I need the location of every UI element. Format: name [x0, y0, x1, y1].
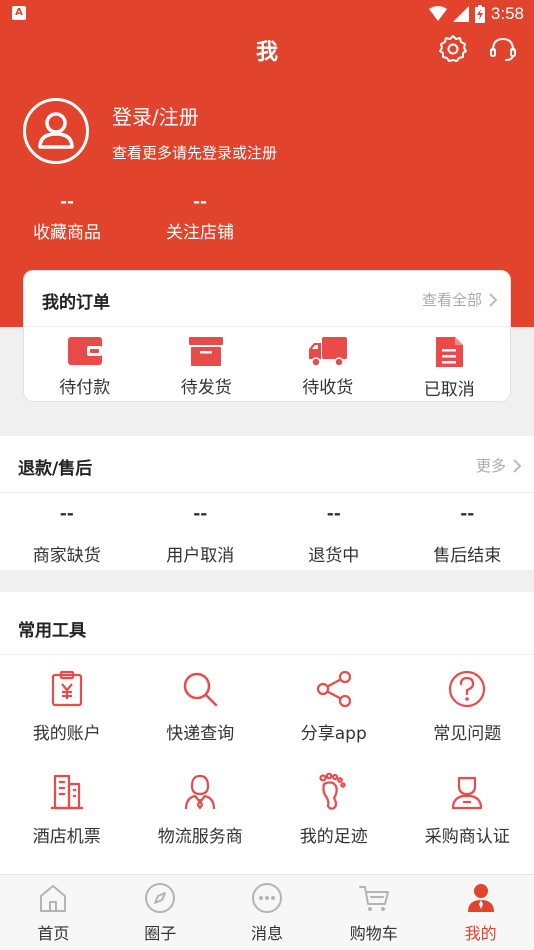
tab-cart[interactable]: 购物车	[320, 875, 427, 950]
settings-icon[interactable]	[438, 34, 468, 64]
tool-buyer-certification[interactable]: 采购商认证	[401, 758, 534, 861]
status-time: 3:58	[490, 4, 524, 23]
signal-icon	[452, 6, 469, 22]
footprint-icon	[319, 772, 346, 810]
tab-label: 首页	[37, 924, 70, 943]
avatar-icon[interactable]	[23, 98, 89, 164]
battery-icon	[474, 5, 485, 23]
chevron-right-icon	[513, 458, 522, 473]
login-register-link[interactable]: 登录/注册	[112, 101, 199, 130]
tool-label: 采购商认证	[424, 827, 510, 847]
refund-label: 用户取消	[166, 546, 235, 566]
tool-label: 快递查询	[166, 724, 235, 744]
tab-mine[interactable]: 我的	[427, 875, 534, 950]
order-cancelled[interactable]: 已取消	[389, 327, 511, 402]
tools-title: 常用工具	[18, 621, 86, 641]
user-badge-icon	[452, 776, 483, 810]
tool-label: 物流服务商	[157, 827, 243, 847]
stat-favorites[interactable]: -- 收藏商品	[7, 192, 127, 243]
document-icon	[436, 337, 464, 367]
bottom-tab-bar: 首页 圈子 消息 购物车 我的	[0, 874, 534, 950]
tools-section: 常用工具 我的账户 快递查询 分享app 常见问题 酒店机票 物流服务商 我的足…	[0, 592, 534, 874]
notification-icon: A	[12, 6, 26, 20]
tool-label: 分享app	[300, 724, 367, 744]
refund-count: --	[460, 504, 475, 524]
view-all-label: 查看全部	[421, 291, 482, 309]
order-pending-shipment[interactable]: 待发货	[146, 327, 268, 402]
stat-followed-shops[interactable]: -- 关注店铺	[140, 192, 260, 243]
wallet-icon	[67, 337, 102, 365]
view-all-orders-link[interactable]: 查看全部	[422, 289, 498, 310]
stat-label: 关注店铺	[166, 223, 234, 243]
tab-label: 我的	[464, 924, 497, 943]
yen-clipboard-icon	[51, 670, 82, 707]
cart-icon	[358, 886, 389, 911]
box-icon	[189, 337, 224, 366]
order-pending-payment[interactable]: 待付款	[24, 327, 146, 402]
order-label: 待收货	[302, 378, 354, 398]
refund-out-of-stock[interactable]: -- 商家缺货	[0, 493, 134, 569]
tool-label: 酒店机票	[32, 827, 101, 847]
tool-faq[interactable]: 常见问题	[401, 655, 534, 758]
message-icon	[251, 883, 282, 913]
order-label: 已取消	[423, 380, 475, 400]
stat-value: --	[59, 192, 75, 212]
stat-value: --	[192, 192, 208, 212]
tool-my-account[interactable]: 我的账户	[0, 655, 134, 758]
chevron-right-icon	[489, 292, 498, 307]
refund-section: 退款/售后 更多 -- 商家缺货 -- 用户取消 -- 退货中 -- 售后结束	[0, 436, 534, 570]
tab-home[interactable]: 首页	[0, 875, 107, 950]
customer-service-icon[interactable]	[488, 34, 518, 64]
orders-title: 我的订单	[42, 293, 110, 313]
refund-user-cancelled[interactable]: -- 用户取消	[134, 493, 268, 569]
wifi-icon	[428, 6, 447, 21]
more-label: 更多	[475, 457, 506, 475]
question-icon	[449, 670, 486, 708]
profile-icon	[467, 884, 494, 912]
refund-more-link[interactable]: 更多	[476, 455, 522, 476]
share-icon	[316, 670, 351, 708]
refund-label: 商家缺货	[32, 546, 101, 566]
refund-returning[interactable]: -- 退货中	[267, 493, 401, 569]
tab-messages[interactable]: 消息	[214, 875, 321, 950]
compass-icon	[145, 883, 176, 913]
order-pending-receipt[interactable]: 待收货	[267, 327, 389, 402]
refund-label: 售后结束	[433, 546, 502, 566]
tool-logistics-provider[interactable]: 物流服务商	[134, 758, 268, 861]
stat-label: 收藏商品	[33, 223, 101, 243]
tab-label: 圈子	[144, 924, 177, 943]
person-tie-icon	[185, 774, 216, 810]
status-bar: A 3:58	[0, 0, 534, 28]
refund-count: --	[59, 504, 74, 524]
tool-express-query[interactable]: 快递查询	[134, 655, 268, 758]
magnifier-icon	[184, 672, 218, 707]
my-orders-card: 我的订单 查看全部 待付款 待发货 待收货 已取消	[23, 270, 511, 402]
building-icon	[50, 774, 83, 810]
refund-completed[interactable]: -- 售后结束	[401, 493, 534, 569]
home-icon	[40, 885, 67, 912]
tab-circle[interactable]: 圈子	[107, 875, 214, 950]
tool-label: 我的账户	[32, 724, 101, 744]
tool-hotel-flights[interactable]: 酒店机票	[0, 758, 134, 861]
tool-label: 我的足迹	[299, 827, 368, 847]
order-label: 待付款	[59, 378, 111, 398]
order-label: 待发货	[180, 378, 232, 398]
tool-my-footprints[interactable]: 我的足迹	[267, 758, 401, 861]
tab-label: 购物车	[349, 924, 398, 943]
refund-title: 退款/售后	[18, 459, 93, 479]
refund-label: 退货中	[308, 546, 360, 566]
tool-share-app[interactable]: 分享app	[267, 655, 401, 758]
refund-count: --	[193, 504, 208, 524]
truck-icon	[308, 337, 347, 367]
tool-label: 常见问题	[433, 724, 502, 744]
refund-count: --	[326, 504, 341, 524]
login-hint: 查看更多请先登录或注册	[112, 144, 278, 162]
tab-label: 消息	[250, 924, 283, 943]
